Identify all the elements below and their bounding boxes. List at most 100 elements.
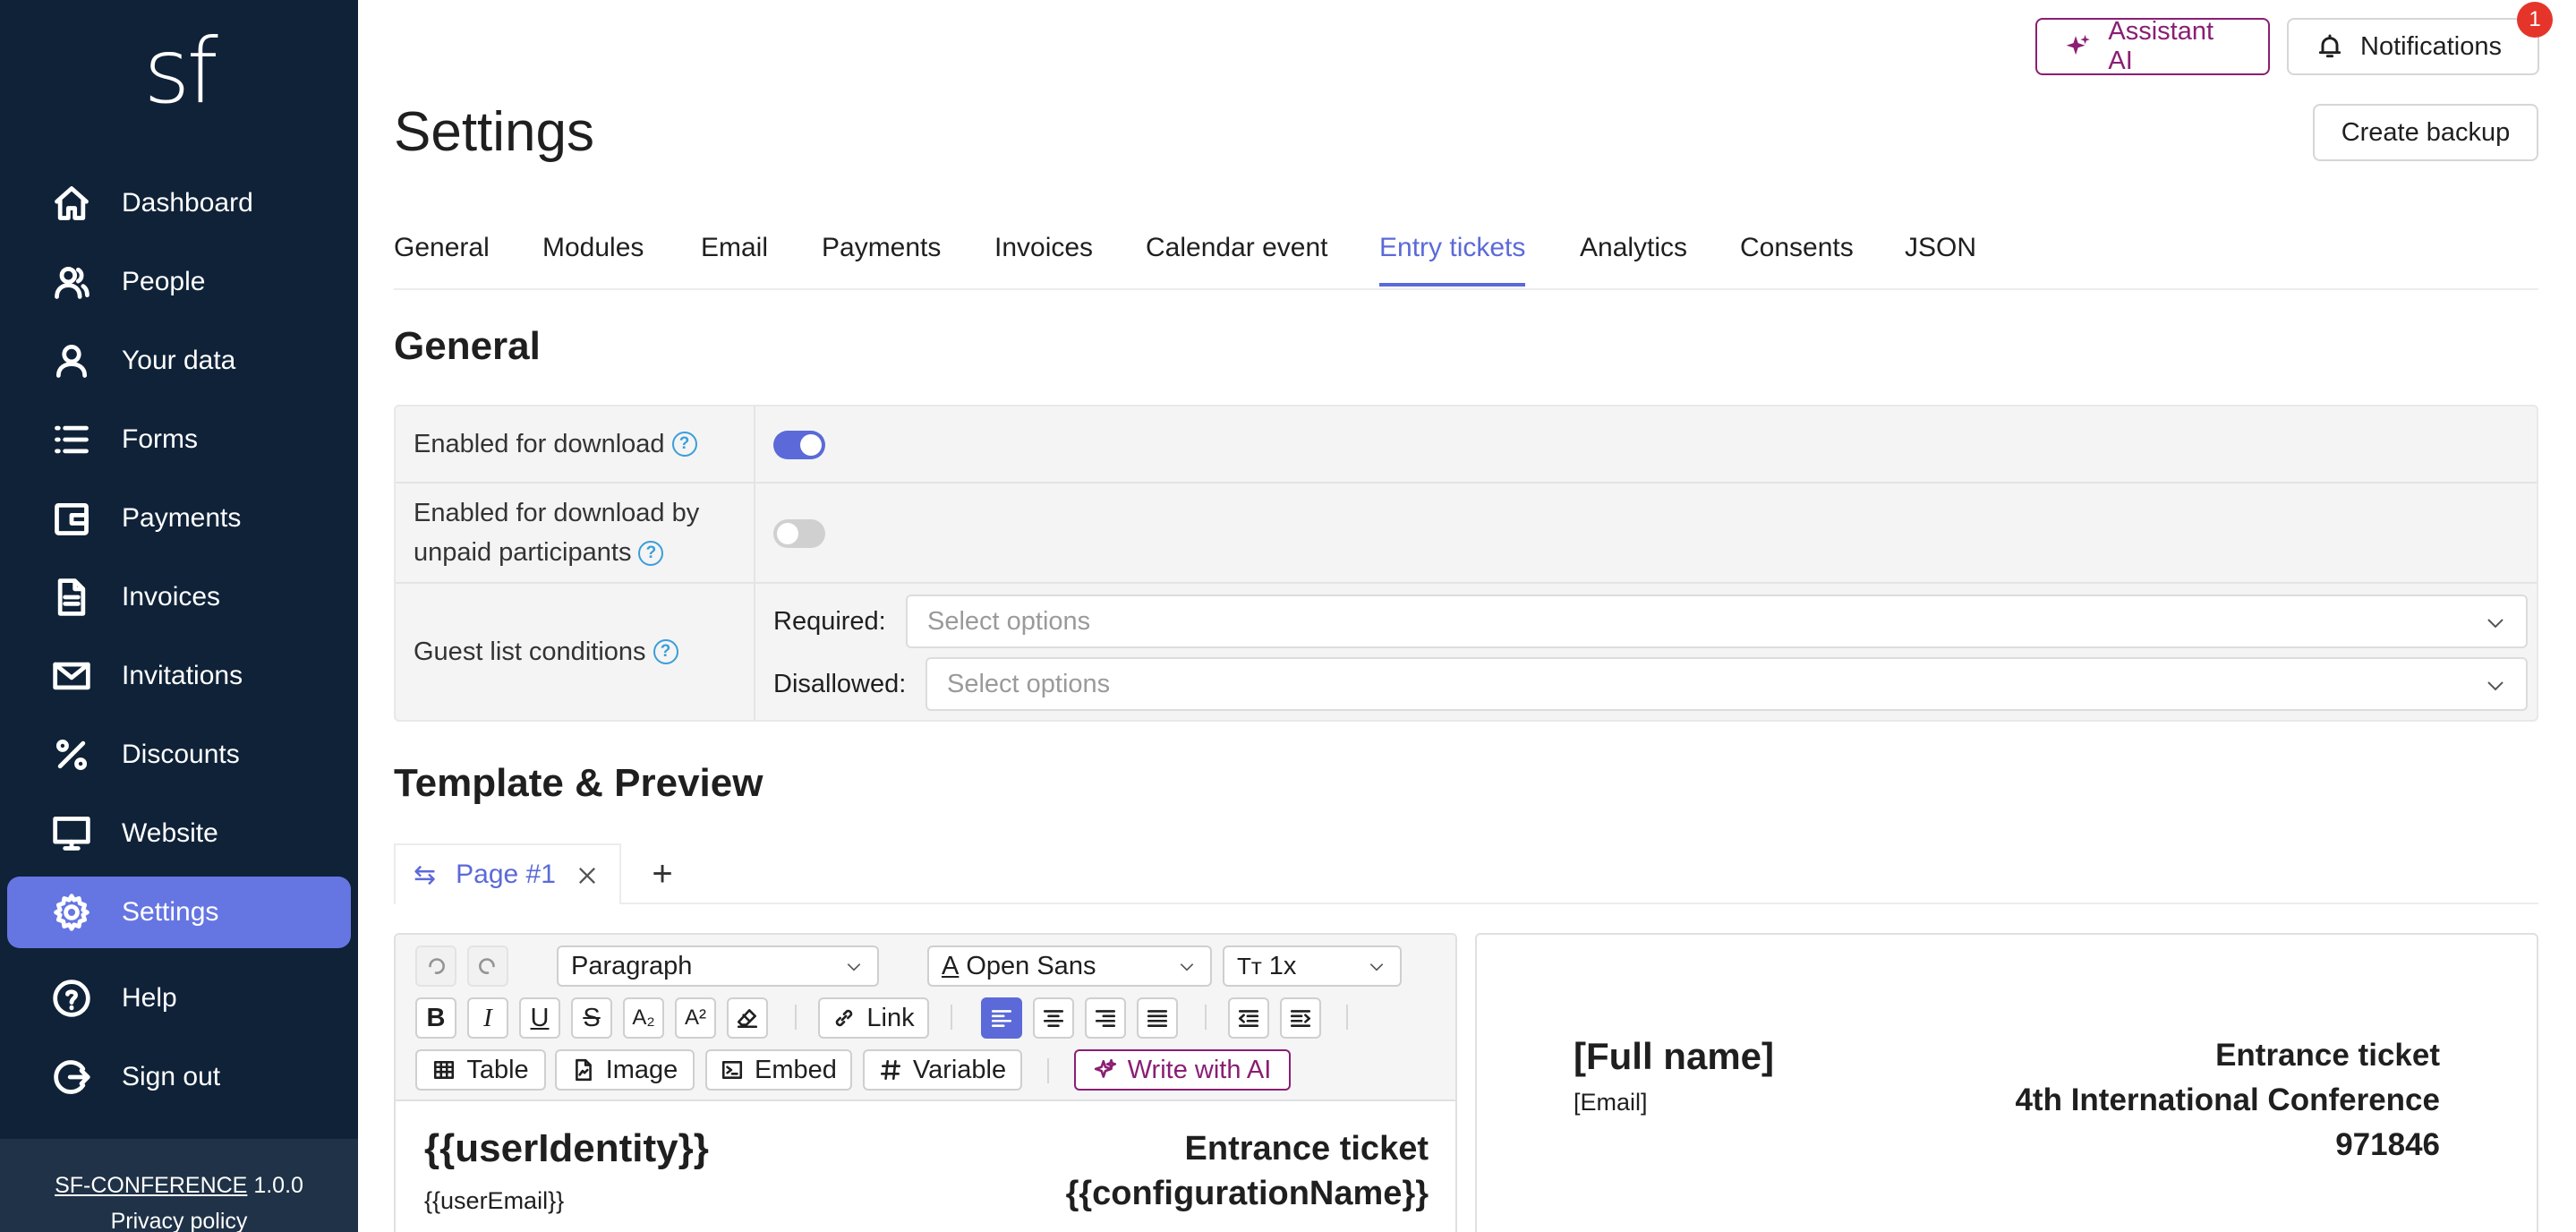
sidebar-item-invitations[interactable]: Invitations <box>7 640 351 712</box>
assistant-ai-label: Assistant AI <box>2108 17 2214 75</box>
sidebar-item-payments[interactable]: Payments <box>7 483 351 554</box>
outdent-button[interactable] <box>1228 997 1269 1039</box>
variable-label: Variable <box>912 1055 1007 1084</box>
preview-ticket-code: 971846 <box>2335 1127 2440 1162</box>
insert-variable-button[interactable]: Variable <box>863 1049 1022 1091</box>
tab-email[interactable]: Email <box>701 233 768 283</box>
italic-button[interactable]: I <box>467 997 508 1039</box>
setting-label: Enabled for download by unpaid participa… <box>396 483 755 582</box>
help-icon[interactable]: ? <box>638 541 664 567</box>
insert-image-button[interactable]: Image <box>555 1049 695 1091</box>
sidebar-item-forms[interactable]: Forms <box>7 404 351 475</box>
add-page-button[interactable]: + <box>641 852 684 895</box>
insert-embed-button[interactable]: Embed <box>705 1049 852 1091</box>
assistant-ai-button[interactable]: Assistant AI <box>2035 17 2270 75</box>
tab-general[interactable]: General <box>394 233 490 283</box>
sidebar-item-discounts[interactable]: Discounts <box>7 719 351 791</box>
help-icon <box>50 977 93 1020</box>
editor-content[interactable]: {{userIdentity}} {{userEmail}} Entrance … <box>396 1101 1455 1232</box>
italic-icon: I <box>483 1003 492 1032</box>
embed-icon <box>721 1061 743 1079</box>
align-right-button[interactable] <box>1085 997 1126 1039</box>
toolbar-separator <box>1047 1058 1049 1083</box>
bold-icon: B <box>426 1003 446 1032</box>
hash-icon <box>880 1059 900 1081</box>
preview-email: [Email] <box>1574 1089 1648 1116</box>
required-select[interactable]: Select options <box>906 595 2528 648</box>
sidebar-item-website[interactable]: Website <box>7 798 351 869</box>
create-backup-button[interactable]: Create backup <box>2313 104 2538 161</box>
superscript-button[interactable]: A² <box>675 997 716 1039</box>
sidebar-item-label: Invoices <box>122 582 221 612</box>
clear-format-button[interactable] <box>727 997 768 1039</box>
align-left-button[interactable] <box>981 997 1022 1039</box>
font-size-select[interactable]: Tт 1x <box>1223 945 1402 987</box>
tab-modules[interactable]: Modules <box>542 233 644 283</box>
chevron-down-icon <box>2487 681 2503 691</box>
redo-button[interactable] <box>467 945 508 987</box>
embed-label: Embed <box>755 1055 837 1084</box>
strikethrough-button[interactable]: S <box>571 997 612 1039</box>
text-size-icon: Tт <box>1237 952 1262 980</box>
sidebar: sf Dashboard People Your data Forms Paym… <box>0 0 358 1232</box>
sidebar-item-label: Sign out <box>122 1062 221 1091</box>
subscript-icon: A₂ <box>632 1005 655 1030</box>
tab-analytics[interactable]: Analytics <box>1580 233 1687 283</box>
editor-toolbar: Paragraph A Open Sans Tт 1x B I U S A₂ A… <box>396 935 1455 1101</box>
sidebar-item-settings[interactable]: Settings <box>7 877 351 948</box>
subscript-button[interactable]: A₂ <box>623 997 664 1039</box>
help-icon[interactable]: ? <box>653 639 678 664</box>
toolbar-separator <box>951 1005 952 1030</box>
page-tab-1[interactable]: ⇆ Page #1 <box>394 843 621 904</box>
font-family-select[interactable]: A Open Sans <box>927 945 1212 987</box>
tab-entry-tickets[interactable]: Entry tickets <box>1379 233 1526 287</box>
disallowed-select[interactable]: Select options <box>925 657 2528 711</box>
notifications-button[interactable]: Notifications <box>2287 18 2539 75</box>
privacy-policy-link[interactable]: Privacy policy <box>0 1209 358 1232</box>
preview-conference-name: 4th International Conference <box>2015 1082 2440 1117</box>
setting-label: Enabled for download ? <box>396 406 755 482</box>
superscript-icon: A² <box>685 1005 706 1030</box>
list-icon <box>50 418 93 461</box>
tab-invoices[interactable]: Invoices <box>994 233 1093 283</box>
sidebar-item-people[interactable]: People <box>7 246 351 318</box>
undo-button[interactable] <box>415 945 456 987</box>
sidebar-item-dashboard[interactable]: Dashboard <box>7 167 351 239</box>
insert-table-button[interactable]: Table <box>415 1049 546 1091</box>
tab-consents[interactable]: Consents <box>1740 233 1854 283</box>
align-justify-button[interactable] <box>1137 997 1178 1039</box>
sidebar-item-your-data[interactable]: Your data <box>7 325 351 397</box>
align-center-button[interactable] <box>1033 997 1074 1039</box>
sidebar-item-invoices[interactable]: Invoices <box>7 561 351 633</box>
close-icon[interactable] <box>575 863 600 888</box>
swap-icon[interactable]: ⇆ <box>414 860 436 891</box>
block-format-value: Paragraph <box>571 951 693 980</box>
preview-ticket-title: Entrance ticket <box>2215 1038 2440 1073</box>
app-version: SF-CONFERENCE 1.0.0 <box>0 1173 358 1199</box>
help-icon[interactable]: ? <box>671 432 697 457</box>
tab-payments[interactable]: Payments <box>822 233 941 283</box>
write-with-ai-button[interactable]: Write with AI <box>1074 1049 1291 1091</box>
sidebar-item-label: Your data <box>122 346 236 375</box>
link-button[interactable]: Link <box>818 997 929 1039</box>
bold-button[interactable]: B <box>415 997 456 1039</box>
toggle-knob <box>777 523 798 544</box>
user-icon <box>50 339 93 382</box>
guest-conditions-label: Guest list conditions <box>414 637 646 666</box>
tab-calendar-event[interactable]: Calendar event <box>1146 233 1327 283</box>
font-family-value: Open Sans <box>966 951 1096 980</box>
align-center-icon <box>1043 1010 1064 1027</box>
block-format-select[interactable]: Paragraph <box>557 945 879 987</box>
sidebar-item-help[interactable]: Help <box>7 962 351 1034</box>
font-icon: A <box>942 951 960 980</box>
people-icon <box>50 261 93 304</box>
sidebar-item-label: Payments <box>122 503 242 533</box>
indent-button[interactable] <box>1280 997 1321 1039</box>
underline-button[interactable]: U <box>519 997 560 1039</box>
font-size-value: 1x <box>1268 951 1297 980</box>
tab-json[interactable]: JSON <box>1905 233 1976 283</box>
sidebar-item-sign-out[interactable]: Sign out <box>7 1041 351 1113</box>
app-name-link[interactable]: SF-CONFERENCE <box>55 1173 247 1198</box>
enabled-unpaid-toggle[interactable] <box>773 519 825 548</box>
enabled-download-toggle[interactable] <box>773 431 825 459</box>
